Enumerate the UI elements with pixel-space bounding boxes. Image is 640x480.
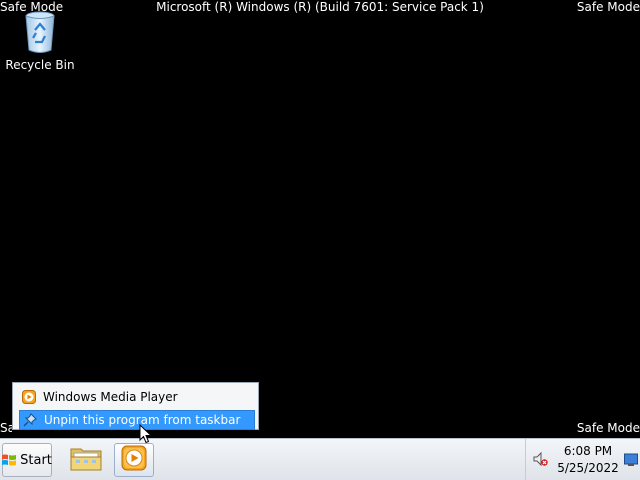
jump-list-item-label: Windows Media Player (43, 390, 178, 404)
speaker-muted-icon[interactable] (532, 451, 548, 467)
unpin-icon (22, 412, 38, 428)
desktop-icon-recycle-bin[interactable]: Recycle Bin (2, 10, 78, 72)
taskbar-pinned-windows-media-player[interactable] (114, 443, 154, 477)
build-string: Microsoft (R) Windows (R) (Build 7601: S… (156, 0, 484, 14)
folder-icon (70, 445, 102, 475)
jump-list-item-unpin[interactable]: Unpin this program from taskbar (19, 410, 255, 430)
start-label: Start (20, 452, 52, 468)
windows-logo-icon (2, 453, 17, 467)
notification-area: 6:08 PM 5/25/2022 (525, 439, 640, 480)
clock-date: 5/25/2022 (557, 461, 619, 475)
taskbar: Start 6:08 PM 5/25/2022 (0, 438, 640, 480)
windows-media-player-icon (21, 389, 37, 405)
safe-mode-label-top-right: Safe Mode (576, 0, 640, 14)
show-desktop-icon[interactable] (624, 452, 638, 466)
recycle-bin-icon (23, 10, 57, 54)
safe-mode-label-bottom-left: Saf (0, 421, 12, 435)
taskbar-jump-list: Windows Media Player Unpin this program … (12, 382, 259, 430)
start-button[interactable]: Start (2, 443, 52, 477)
safe-mode-label-bottom-right: Safe Mode (576, 421, 640, 435)
clock[interactable]: 6:08 PM 5/25/2022 (548, 443, 628, 477)
windows-media-player-icon (121, 445, 147, 475)
taskbar-pinned-windows-explorer[interactable] (66, 443, 106, 477)
jump-list-item-windows-media-player[interactable]: Windows Media Player (19, 387, 255, 407)
mouse-cursor-icon (139, 423, 153, 444)
clock-time: 6:08 PM (563, 444, 613, 458)
desktop-icon-label: Recycle Bin (5, 58, 75, 72)
